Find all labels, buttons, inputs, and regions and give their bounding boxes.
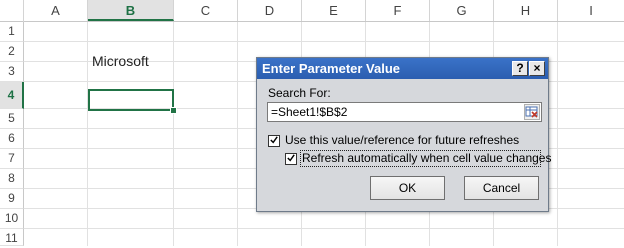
row-header-11[interactable]: 11 [0,229,24,246]
range-select-icon [525,106,538,118]
column-header-bar: A B C D E F G H I [0,0,624,22]
spreadsheet: A B C D E F G H I 1 2 3 4 5 6 7 8 9 10 1… [0,0,624,246]
column-header-f[interactable]: F [366,0,430,21]
row-header-2[interactable]: 2 [0,42,24,62]
future-refresh-label[interactable]: Use this value/reference for future refr… [285,133,519,147]
auto-refresh-label[interactable]: Refresh automatically when cell value ch… [302,151,551,165]
collapse-dialog-button[interactable] [524,104,540,120]
row-header-5[interactable]: 5 [0,109,24,129]
help-button[interactable]: ? [512,61,528,76]
row-header-7[interactable]: 7 [0,149,24,169]
search-for-input[interactable]: =Sheet1!$B$2 [267,102,542,122]
column-header-g[interactable]: G [430,0,494,21]
enter-parameter-dialog: Enter Parameter Value ? × Search For: =S… [256,57,551,212]
row-header-10[interactable]: 10 [0,209,24,229]
column-header-i[interactable]: I [558,0,624,21]
column-header-e[interactable]: E [302,0,366,21]
column-header-c[interactable]: C [174,0,238,21]
row-header-4[interactable]: 4 [0,82,24,109]
search-for-label: Search For: [268,86,331,100]
gridline [87,22,88,246]
future-refresh-checkbox[interactable] [268,135,280,147]
gridline [173,22,174,246]
ok-button[interactable]: OK [370,176,445,200]
row-header-1[interactable]: 1 [0,22,24,42]
column-header-a[interactable]: A [24,0,88,21]
auto-refresh-checkbox[interactable] [285,153,297,165]
select-all-corner[interactable] [0,0,24,22]
row-header-9[interactable]: 9 [0,189,24,209]
fill-handle[interactable] [170,107,177,114]
checkmark-icon [287,154,295,162]
gridline [24,228,624,229]
search-for-value: =Sheet1!$B$2 [271,105,348,119]
dialog-titlebar[interactable]: Enter Parameter Value ? × [257,58,548,79]
column-header-b[interactable]: B [88,0,174,21]
cell-b2[interactable]: Microsoft [92,53,149,69]
column-header-d[interactable]: D [238,0,302,21]
gridline [557,22,558,246]
gridline [237,22,238,246]
cancel-button[interactable]: Cancel [464,176,539,200]
column-header-h[interactable]: H [494,0,558,21]
row-header-3[interactable]: 3 [0,62,24,82]
dialog-title: Enter Parameter Value [262,61,401,76]
row-header-6[interactable]: 6 [0,129,24,149]
close-button[interactable]: × [529,61,545,76]
active-cell-b4[interactable] [88,89,174,111]
gridline [24,41,624,42]
checkmark-icon [270,136,278,144]
row-header-8[interactable]: 8 [0,169,24,189]
